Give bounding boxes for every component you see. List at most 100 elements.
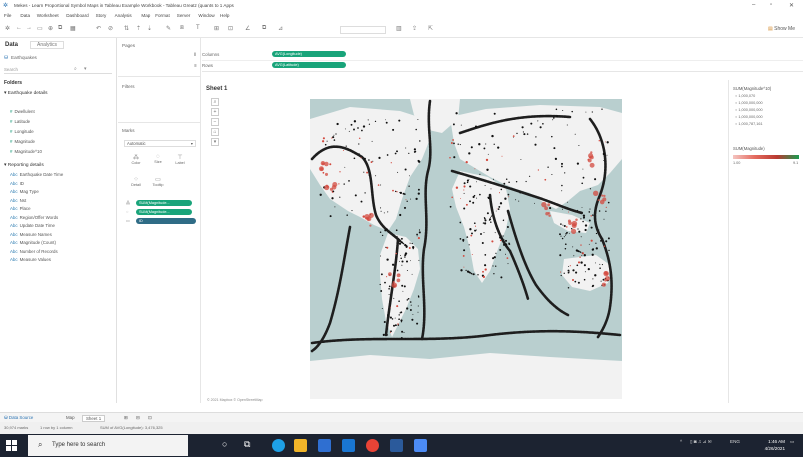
marks-pill[interactable]: ID (136, 218, 196, 224)
mark-type-dropdown[interactable]: Automatic ▾ (124, 140, 196, 147)
taskbar-clock[interactable]: 1:46 AM 4/26/2021 (765, 438, 785, 452)
search-icon[interactable]: ⌕ (74, 66, 77, 72)
new-sheet-tab-icon[interactable]: ⊞ (124, 415, 128, 421)
share-icon[interactable]: ⇪ (412, 25, 417, 32)
new-datasource-icon[interactable]: ⊕ (48, 25, 53, 32)
marks-pill[interactable]: SUM(Magnitude... (136, 200, 192, 206)
highlight-icon[interactable]: ✎ (166, 25, 171, 32)
notifications-icon[interactable]: ▭ (790, 439, 794, 445)
marks-tooltip-button[interactable]: ▭ Tooltip (148, 176, 168, 187)
format-icon[interactable]: ⊡ (228, 25, 233, 32)
save-icon[interactable]: ▭ (37, 25, 43, 32)
field-folder[interactable]: ▾ Earthquake details (4, 91, 47, 96)
task-view-icon[interactable]: ⧉ (244, 439, 250, 450)
store-icon[interactable] (318, 439, 331, 452)
undo-icon[interactable]: ↶ (96, 25, 101, 32)
field-item[interactable]: Abc Nst (10, 198, 26, 203)
new-story-tab-icon[interactable]: ⊡ (148, 415, 152, 421)
new-dashboard-tab-icon[interactable]: ⊟ (136, 415, 140, 421)
fit-dropdown[interactable] (340, 26, 386, 34)
field-folder[interactable]: ▾ Reporting details (4, 163, 44, 168)
zoom-in-icon[interactable]: + (211, 108, 219, 116)
field-search[interactable]: Search ⌕ ▾ (4, 66, 112, 74)
taskbar-search[interactable]: ⌕ Type here to search (28, 435, 188, 456)
field-item[interactable]: # Magnitude (10, 139, 35, 144)
menu-item-window[interactable]: Window (198, 13, 214, 18)
earthquake-map[interactable] (310, 99, 622, 399)
menu-item-analysis[interactable]: Analysis (115, 13, 132, 18)
field-item[interactable]: Abc Update Date Time (10, 223, 55, 228)
field-item[interactable]: Abc Number of Records (10, 249, 58, 254)
clear-icon[interactable]: ⊘ (108, 25, 113, 32)
field-item[interactable]: Abc Region/Offer Words (10, 215, 58, 220)
sort-asc-icon[interactable]: ⇡ (136, 25, 141, 32)
search-input[interactable]: Search (4, 67, 18, 72)
marks-size-button[interactable]: ◌ Size (148, 154, 168, 164)
pin-icon[interactable]: ⊿ (278, 25, 283, 32)
chart-icon[interactable]: ▥ (396, 25, 402, 32)
maximize-icon[interactable]: ▫ (770, 2, 772, 8)
menu-item-story[interactable]: Story (96, 13, 107, 18)
search-map-icon[interactable]: ⌕ (211, 98, 219, 106)
pen-icon[interactable]: ∠ (245, 25, 250, 32)
show-me-button[interactable]: ▤ Show Me (768, 26, 795, 32)
file-explorer-icon[interactable] (294, 439, 307, 452)
language-indicator[interactable]: ENG (730, 439, 740, 444)
menu-item-worksheet[interactable]: Worksheet (37, 13, 59, 18)
cortana-icon[interactable]: ○ (222, 439, 227, 449)
marks-color-button[interactable]: ⁂ Color (126, 154, 146, 165)
tray-icons[interactable]: ▯ ◙ ♫ ⊿ ✉ (690, 439, 712, 445)
field-item[interactable]: # Longitude (10, 129, 34, 134)
field-item[interactable]: # Dwellulent (10, 109, 35, 114)
field-item[interactable]: Abc Measure Names (10, 232, 52, 237)
menu-item-dashboard[interactable]: Dashboard (66, 13, 88, 18)
labels-icon[interactable]: T (196, 25, 200, 31)
rows-pill[interactable]: AVG(Latitude) (272, 62, 346, 68)
windows-start-icon[interactable] (6, 440, 17, 451)
chrome-icon[interactable] (366, 439, 379, 452)
zoom-out-icon[interactable]: − (211, 118, 219, 126)
menu-item-format[interactable]: Format (155, 13, 170, 18)
swap-icon[interactable]: ⇅ (124, 25, 129, 32)
group-icon[interactable]: ⧈ (180, 25, 184, 32)
sort-desc-icon[interactable]: ⇣ (147, 25, 152, 32)
menu-item-help[interactable]: Help (220, 13, 229, 18)
close-icon[interactable]: ✕ (789, 2, 794, 9)
presentation-icon[interactable]: ⇱ (428, 25, 433, 32)
new-sheet-icon[interactable]: ▦ (70, 25, 76, 32)
menu-item-file[interactable]: File (4, 13, 11, 18)
field-item[interactable]: Abc Magnitude (Count) (10, 240, 56, 245)
minimize-icon[interactable]: – (752, 2, 755, 8)
mail-icon[interactable] (342, 439, 355, 452)
tableau-icon[interactable]: ✲ (5, 25, 10, 32)
taskbar-search-input[interactable]: Type here to search (52, 442, 105, 448)
datasource-tab[interactable]: ⛁ Data Source (4, 415, 33, 421)
field-item[interactable]: Abc Earthquake Date Time (10, 172, 63, 177)
tab-data[interactable]: Data (5, 42, 18, 48)
link-icon[interactable]: ⧉ (262, 25, 266, 32)
pin-map-icon[interactable]: ▾ (211, 138, 219, 146)
field-item[interactable]: Abc Place (10, 206, 31, 211)
datasource-name[interactable]: Earthquakes (11, 55, 37, 60)
tray-up-icon[interactable]: ^ (680, 439, 682, 444)
edge-icon[interactable] (272, 439, 285, 452)
marks-pill[interactable]: SUM(Magnitude... (136, 209, 192, 215)
fix-axes-icon[interactable]: ⊞ (214, 25, 219, 32)
menu-item-map[interactable]: Map (141, 13, 150, 18)
forward-icon[interactable]: → (26, 25, 32, 31)
app-taskbar-icon[interactable] (414, 439, 427, 452)
menu-item-server[interactable]: Server (177, 13, 191, 18)
field-item[interactable]: Abc Measure Values (10, 257, 51, 262)
menu-item-data[interactable]: Data (20, 13, 30, 18)
tab-analytics[interactable]: Analytics (30, 41, 65, 49)
filter-icon[interactable]: ▾ (84, 66, 87, 72)
home-icon[interactable]: ⌂ (211, 128, 219, 136)
tableau-taskbar-icon[interactable] (390, 439, 403, 452)
marks-label-button[interactable]: ⊤ Label (170, 154, 190, 165)
field-item[interactable]: Abc ID (10, 181, 24, 186)
marks-detail-button[interactable]: ⁘ Detail (126, 176, 146, 187)
field-item[interactable]: # Latitude (10, 119, 30, 124)
sheet-tab-map[interactable]: Map (66, 415, 75, 420)
field-item[interactable]: # Magnitude^10 (10, 149, 42, 154)
sheet-tab-sheet1[interactable]: Sheet 1 (82, 415, 106, 422)
